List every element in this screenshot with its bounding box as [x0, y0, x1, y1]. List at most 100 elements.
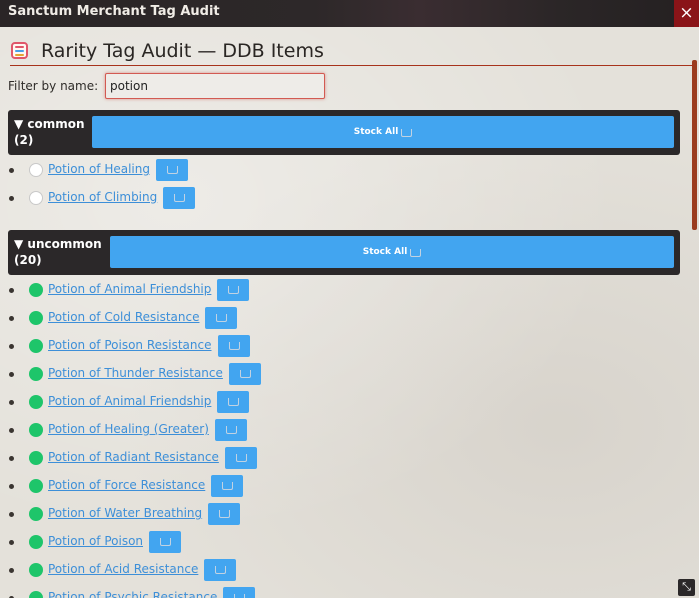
stock-item-button[interactable] — [217, 279, 250, 301]
stock-item-button[interactable] — [149, 531, 182, 553]
stock-all-label: Stock All — [362, 247, 408, 257]
bullet — [9, 344, 14, 349]
group-title[interactable]: ▼ uncommon (20) — [14, 236, 102, 268]
bullet — [9, 196, 14, 201]
item-link[interactable]: Potion of Acid Resistance — [48, 559, 237, 581]
rarity-group-uncommon[interactable]: ▼ uncommon (20) Stock All — [8, 230, 680, 275]
bullet — [9, 372, 14, 377]
bullet — [9, 456, 14, 461]
list-item: Potion of Poison Resistance — [0, 334, 690, 362]
bullet — [9, 400, 14, 405]
close-button[interactable]: × — [674, 0, 699, 27]
stock-item-button[interactable] — [204, 559, 237, 581]
cart-icon — [410, 249, 422, 257]
rarity-dot-icon — [29, 163, 43, 177]
bullet — [9, 568, 14, 573]
item-link[interactable]: Potion of Healing (Greater) — [48, 419, 247, 441]
list-item: Potion of Force Resistance — [0, 474, 690, 502]
window-title: Sanctum Merchant Tag Audit — [8, 4, 220, 19]
rarity-dot-icon — [29, 423, 43, 437]
cart-icon — [216, 314, 228, 322]
rarity-dot-icon — [29, 451, 43, 465]
rarity-dot-icon — [29, 283, 43, 297]
stock-item-button[interactable] — [205, 307, 238, 329]
stock-item-button[interactable] — [217, 335, 250, 357]
list-item: Potion of Poison — [0, 530, 690, 558]
rarity-dot-icon — [29, 479, 43, 493]
cart-icon — [219, 510, 231, 518]
cart-icon — [228, 398, 240, 406]
list-item: Potion of Water Breathing — [0, 502, 690, 530]
stock-item-button[interactable] — [217, 391, 250, 413]
bullet — [9, 316, 14, 321]
rarity-dot-icon — [29, 395, 43, 409]
stock-item-button[interactable] — [155, 159, 188, 181]
bullet — [9, 484, 14, 489]
rarity-group-common[interactable]: ▼ common (2) Stock All — [8, 110, 680, 155]
stock-all-button[interactable]: Stock All — [92, 116, 674, 148]
rarity-dot-icon — [29, 535, 43, 549]
item-link[interactable]: Potion of Poison Resistance — [48, 335, 250, 357]
rarity-dot-icon — [29, 191, 43, 205]
group-title[interactable]: ▼ common (2) — [14, 116, 85, 148]
item-link[interactable]: Potion of Animal Friendship — [48, 279, 250, 301]
stock-item-button[interactable] — [223, 587, 256, 598]
stock-item-button[interactable] — [211, 475, 244, 497]
item-link[interactable]: Potion of Water Breathing — [48, 503, 241, 525]
item-link[interactable]: Potion of Animal Friendship — [48, 391, 250, 413]
item-link[interactable]: Potion of Radiant Resistance — [48, 447, 257, 469]
item-link[interactable]: Potion of Force Resistance — [48, 475, 244, 497]
filter-label: Filter by name: — [8, 79, 99, 93]
page-header: Rarity Tag Audit — DDB Items — [10, 40, 694, 66]
rarity-dot-icon — [29, 311, 43, 325]
group-name: uncommon — [27, 237, 102, 251]
item-link[interactable]: Potion of Climbing — [48, 187, 196, 209]
cart-icon — [228, 342, 240, 350]
group-count: (2) — [14, 133, 34, 147]
stock-item-button[interactable] — [224, 447, 257, 469]
group-count: (20) — [14, 253, 42, 267]
item-link[interactable]: Potion of Thunder Resistance — [48, 363, 261, 385]
cart-icon — [222, 482, 234, 490]
cart-icon — [234, 594, 246, 598]
rarity-dot-icon — [29, 591, 43, 598]
group-name: common — [27, 117, 85, 131]
cart-icon — [235, 454, 247, 462]
bullet — [9, 168, 14, 173]
cart-icon — [401, 129, 413, 137]
bullet — [9, 540, 14, 545]
stock-item-button[interactable] — [208, 503, 241, 525]
item-link[interactable]: Potion of Poison — [48, 531, 182, 553]
item-link[interactable]: Potion of Psychic Resistance — [48, 587, 256, 598]
stock-item-button[interactable] — [228, 363, 261, 385]
list-item: Potion of Thunder Resistance — [0, 362, 690, 390]
cart-icon — [174, 194, 186, 202]
item-link[interactable]: Potion of Healing — [48, 159, 188, 181]
list-icon — [11, 42, 28, 59]
filter-input[interactable] — [105, 73, 325, 99]
rarity-dot-icon — [29, 367, 43, 381]
list-item: Potion of Healing — [0, 158, 690, 186]
rarity-dot-icon — [29, 507, 43, 521]
stock-item-button[interactable] — [214, 419, 247, 441]
list-item: Potion of Animal Friendship — [0, 278, 690, 306]
rarity-dot-icon — [29, 563, 43, 577]
scrollbar[interactable] — [692, 60, 697, 230]
item-link[interactable]: Potion of Cold Resistance — [48, 307, 238, 329]
cart-icon — [225, 426, 237, 434]
list-item: Potion of Cold Resistance — [0, 306, 690, 334]
stock-all-label: Stock All — [353, 127, 399, 137]
page-title: Rarity Tag Audit — DDB Items — [41, 40, 324, 62]
list-item: Potion of Radiant Resistance — [0, 446, 690, 474]
bullet — [9, 288, 14, 293]
bullet — [9, 512, 14, 517]
list-item: Potion of Psychic Resistance — [0, 586, 690, 598]
resize-handle-icon[interactable]: ⤡ — [678, 579, 695, 596]
list-item: Potion of Climbing — [0, 186, 690, 214]
stock-item-button[interactable] — [163, 187, 196, 209]
cart-icon — [215, 566, 227, 574]
stock-all-button[interactable]: Stock All — [110, 236, 674, 268]
common-item-list: Potion of Healing Potion of Climbing — [0, 158, 690, 214]
list-item: Potion of Healing (Greater) — [0, 418, 690, 446]
cart-icon — [239, 370, 251, 378]
